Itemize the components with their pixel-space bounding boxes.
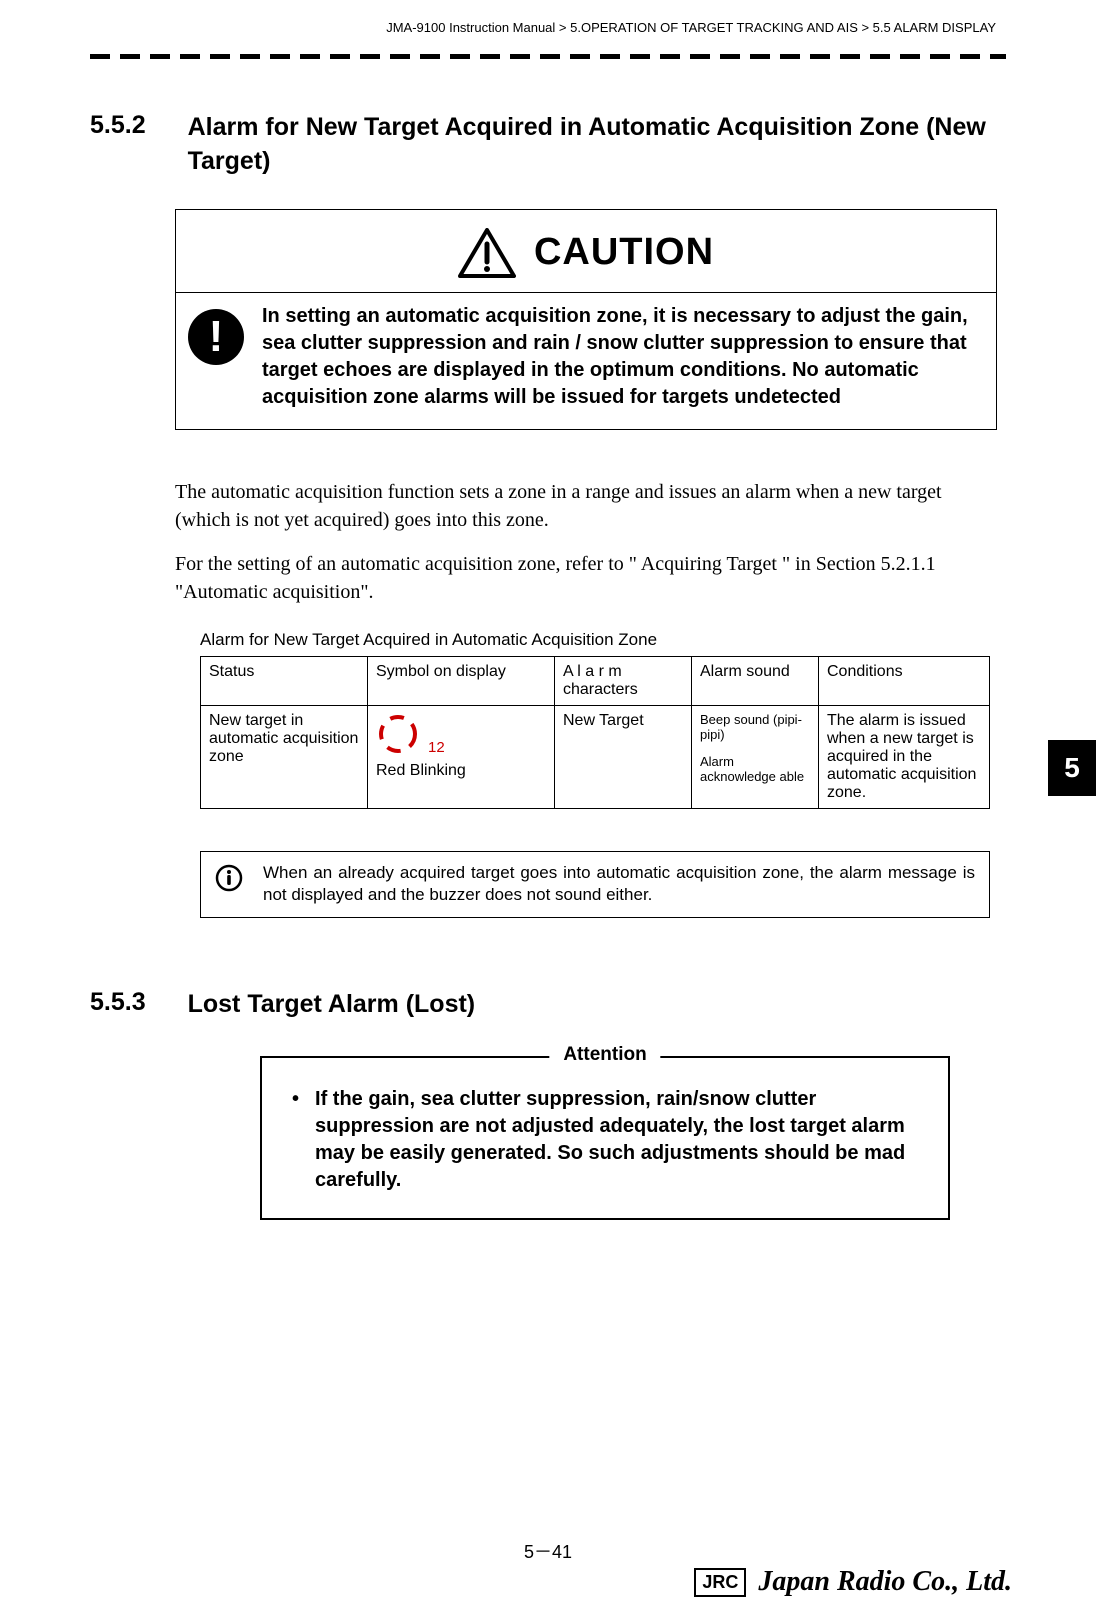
caution-text: In setting an automatic acquisition zone… xyxy=(262,303,984,411)
caution-label: CAUTION xyxy=(534,231,714,274)
chapter-tab: 5 xyxy=(1048,740,1096,796)
new-target-symbol-icon xyxy=(376,712,420,756)
th-symbol: Symbol on display xyxy=(368,656,555,705)
table-row: New target in automatic acquisition zone… xyxy=(201,705,990,808)
cell-conditions: The alarm is issued when a new target is… xyxy=(819,705,990,808)
section-title-text: Alarm for New Target Acquired in Automat… xyxy=(188,111,1006,179)
page-number: 5－41 xyxy=(524,1538,572,1564)
section-number: 5.5.3 xyxy=(90,988,146,1017)
section-5-5-3-heading: 5.5.3 Lost Target Alarm (Lost) xyxy=(90,988,1006,1022)
warning-triangle-icon xyxy=(458,228,516,278)
company-name: Japan Radio Co., Ltd. xyxy=(758,1566,1012,1598)
attention-bullet: • xyxy=(292,1086,299,1194)
body-paragraph-1: The automatic acquisition function sets … xyxy=(175,478,955,534)
section-number: 5.5.2 xyxy=(90,111,146,140)
caution-header: CAUTION xyxy=(176,210,996,293)
table-header-row: Status Symbol on display A l a r m chara… xyxy=(201,656,990,705)
th-status: Status xyxy=(201,656,368,705)
exclamation-circle-icon: ! xyxy=(188,309,244,365)
attention-label: Attention xyxy=(549,1044,660,1066)
caution-box: CAUTION ! In setting an automatic acquis… xyxy=(175,209,997,430)
cell-symbol: 12 Red Blinking xyxy=(368,705,555,808)
symbol-label: Red Blinking xyxy=(376,762,466,780)
alarm-sound-ack: Alarm acknowledge able xyxy=(700,754,810,784)
alarm-table: Status Symbol on display A l a r m chara… xyxy=(200,656,990,809)
attention-text: If the gain, sea clutter suppression, ra… xyxy=(315,1086,928,1194)
th-conditions: Conditions xyxy=(819,656,990,705)
th-alarm-chars: A l a r m characters xyxy=(555,656,692,705)
section-title-text: Lost Target Alarm (Lost) xyxy=(188,988,1006,1022)
cell-alarm-chars: New Target xyxy=(555,705,692,808)
document-page: JMA-9100 Instruction Manual > 5.OPERATIO… xyxy=(0,0,1096,1620)
page-footer: 5－41 JRC Japan Radio Co., Ltd. xyxy=(0,1538,1096,1590)
info-box: When an already acquired target goes int… xyxy=(200,851,990,919)
attention-box: Attention • If the gain, sea clutter sup… xyxy=(260,1056,950,1220)
breadcrumb: JMA-9100 Instruction Manual > 5.OPERATIO… xyxy=(90,20,1006,43)
dashed-divider xyxy=(90,51,1006,61)
symbol-id: 12 xyxy=(428,739,445,756)
cell-status: New target in automatic acquisition zone xyxy=(201,705,368,808)
info-text: When an already acquired target goes int… xyxy=(263,862,975,908)
body-paragraph-2: For the setting of an automatic acquisit… xyxy=(175,550,955,606)
th-alarm-sound: Alarm sound xyxy=(692,656,819,705)
cell-alarm-sound: Beep sound (pipi-pipi) Alarm acknowledge… xyxy=(692,705,819,808)
table-caption: Alarm for New Target Acquired in Automat… xyxy=(200,630,1006,650)
brand-logo: JRC xyxy=(694,1568,746,1597)
info-icon xyxy=(215,864,243,892)
section-5-5-2-heading: 5.5.2 Alarm for New Target Acquired in A… xyxy=(90,111,1006,179)
alarm-sound-beep: Beep sound (pipi-pipi) xyxy=(700,712,810,742)
